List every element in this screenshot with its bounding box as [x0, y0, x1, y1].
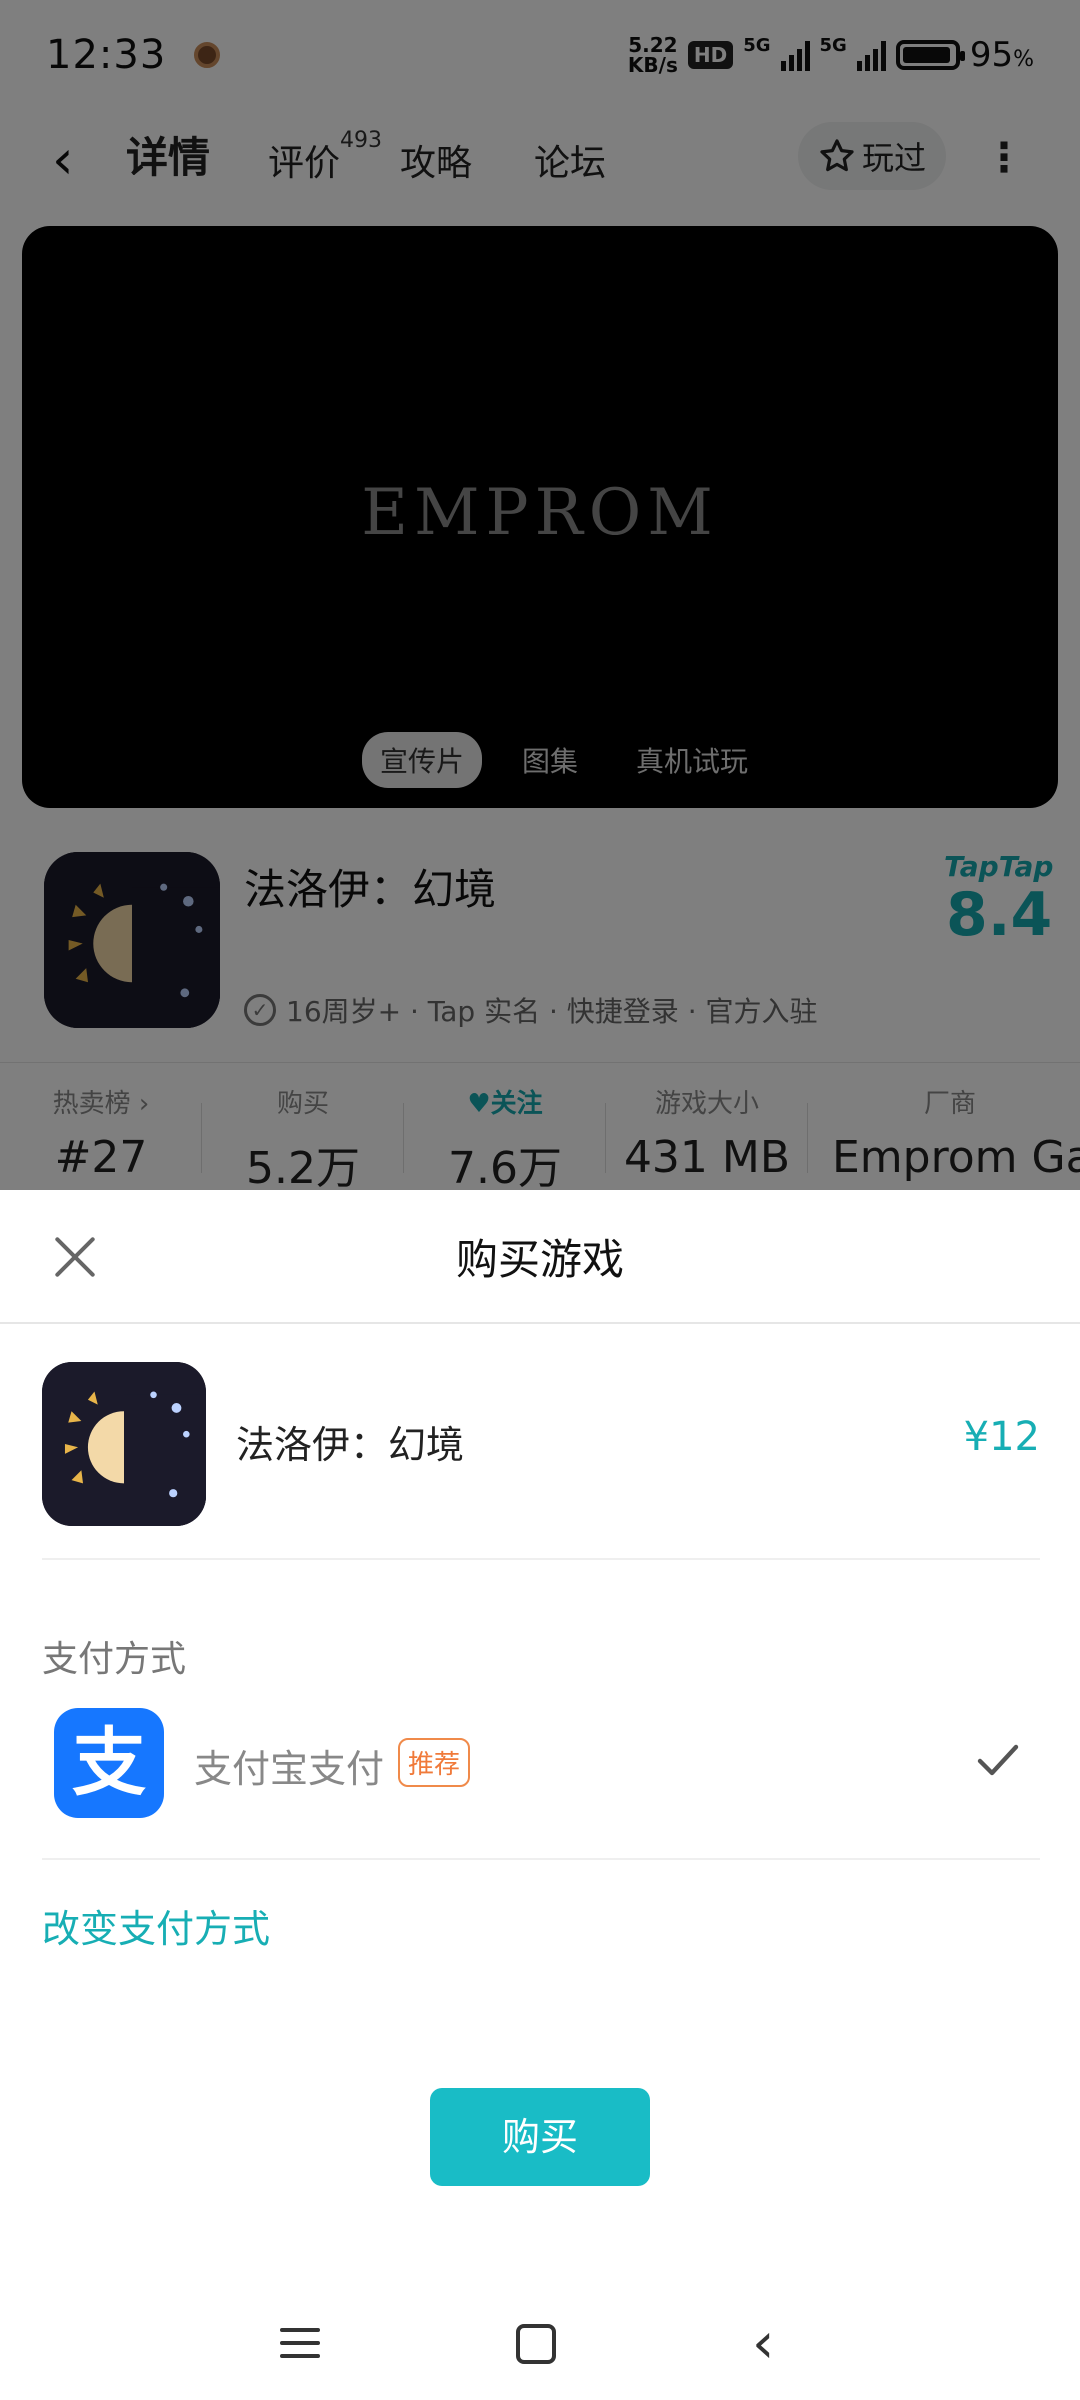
checkmark-icon	[977, 1744, 1019, 1776]
menu-icon[interactable]	[280, 2328, 320, 2364]
payment-method-label: 支付宝支付	[194, 1747, 385, 1791]
home-icon[interactable]	[516, 2324, 556, 2364]
buy-button[interactable]: 购买	[430, 2088, 650, 2186]
change-payment-link[interactable]: 改变支付方式	[42, 1898, 270, 1953]
sheet-title: 购买游戏	[455, 1235, 624, 1284]
recommend-badge: 推荐	[398, 1738, 471, 1787]
system-back-icon[interactable]: ‹	[752, 2316, 774, 2372]
product-price: ¥12	[963, 1414, 1040, 1460]
product-name: 法洛伊：幻境	[236, 1423, 465, 1467]
payment-option-alipay[interactable]: 支 支付宝支付 推荐	[42, 1708, 1040, 1860]
product-icon	[42, 1362, 206, 1526]
system-nav-bar: ‹	[0, 2310, 1080, 2400]
alipay-icon: 支	[54, 1708, 164, 1818]
purchase-sheet: 购买游戏 法洛伊：幻境 ¥12 支付方式 支 支付宝支付 推荐 改变支付方式 购…	[0, 1190, 1080, 2400]
product-row: 法洛伊：幻境 ¥12	[42, 1362, 1040, 1560]
modal-backdrop[interactable]	[0, 0, 1080, 1190]
payment-heading: 支付方式	[42, 1639, 187, 1680]
sheet-header: 购买游戏	[0, 1190, 1080, 1324]
